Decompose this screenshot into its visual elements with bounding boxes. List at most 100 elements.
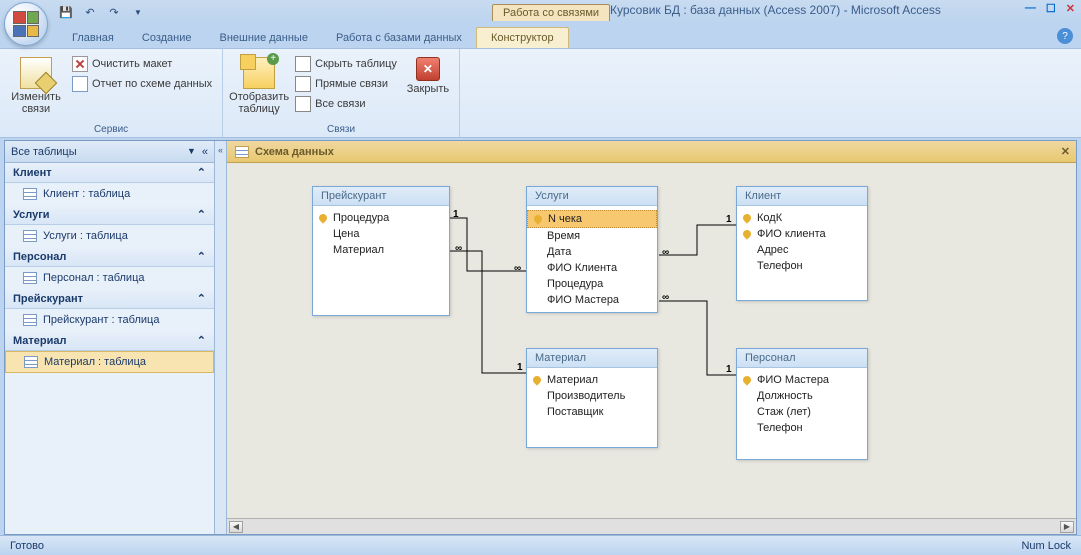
- nav-group-material[interactable]: Материал⌃: [5, 331, 214, 351]
- nav-group-uslugi[interactable]: Услуги⌃: [5, 205, 214, 225]
- status-bar: Готово Num Lock: [0, 535, 1081, 555]
- save-icon[interactable]: 💾: [56, 3, 76, 21]
- context-tab-title: Работа со связями: [492, 4, 610, 21]
- hide-table-icon: [295, 56, 311, 72]
- clear-icon: [72, 56, 88, 72]
- direct-relationships-button[interactable]: Прямые связи: [293, 75, 399, 93]
- nav-group-personal[interactable]: Персонал⌃: [5, 247, 214, 267]
- report-icon: [72, 76, 88, 92]
- office-button[interactable]: [4, 2, 48, 46]
- nav-group-preiskurant[interactable]: Прейскурант⌃: [5, 289, 214, 309]
- cardinality-one: 1: [517, 362, 523, 373]
- all-rel-icon: [295, 96, 311, 112]
- scroll-left-icon[interactable]: ◀: [229, 521, 243, 533]
- ribbon-tabs: Главная Создание Внешние данные Работа с…: [0, 24, 1081, 48]
- tab-close-icon[interactable]: ✕: [1061, 145, 1070, 158]
- table-personal[interactable]: Персонал ФИО Мастера Должность Стаж (лет…: [736, 348, 868, 460]
- tab-home[interactable]: Главная: [58, 28, 128, 48]
- show-table-icon: [243, 57, 275, 89]
- field[interactable]: Процедура: [313, 210, 449, 226]
- tab-create[interactable]: Создание: [128, 28, 206, 48]
- cardinality-one: 1: [453, 209, 459, 220]
- schema-tab[interactable]: Схема данных ✕: [227, 141, 1076, 163]
- field[interactable]: Материал: [313, 242, 449, 258]
- tab-design[interactable]: Конструктор: [476, 27, 569, 48]
- table-preiskurant[interactable]: Прейскурант Процедура Цена Материал: [312, 186, 450, 316]
- quick-access-toolbar: 💾 ↶ ↷ ▼: [56, 3, 148, 21]
- field[interactable]: Телефон: [737, 258, 867, 274]
- chevron-up-icon: ⌃: [197, 166, 206, 179]
- field[interactable]: КодК: [737, 210, 867, 226]
- table-material[interactable]: Материал Материал Производитель Поставщи…: [526, 348, 658, 448]
- nav-splitter[interactable]: «: [215, 141, 227, 534]
- window-title: Курсовик БД : база данных (Access 2007) …: [610, 3, 941, 17]
- field[interactable]: Дата: [527, 244, 657, 260]
- field[interactable]: Адрес: [737, 242, 867, 258]
- nav-item-klient-table[interactable]: Клиент : таблица: [5, 183, 214, 205]
- direct-rel-icon: [295, 76, 311, 92]
- nav-item-preiskurant-table[interactable]: Прейскурант : таблица: [5, 309, 214, 331]
- nav-collapse-icon[interactable]: «: [202, 146, 208, 158]
- help-icon[interactable]: ?: [1057, 28, 1073, 44]
- cardinality-many: ∞: [662, 247, 669, 258]
- table-uslugi[interactable]: Услуги N чека Время Дата ФИО Клиента Про…: [526, 186, 658, 313]
- edit-relationships-icon: [20, 57, 52, 89]
- nav-item-material-table[interactable]: Материал : таблица: [5, 351, 214, 373]
- navigation-pane: Все таблицы ▼« Клиент⌃ Клиент : таблица …: [5, 141, 215, 534]
- field[interactable]: Телефон: [737, 420, 867, 436]
- edit-relationships-button[interactable]: Изменить связи: [8, 53, 64, 122]
- redo-icon[interactable]: ↷: [104, 3, 124, 21]
- nav-group-klient[interactable]: Клиент⌃: [5, 163, 214, 183]
- scroll-right-icon[interactable]: ▶: [1060, 521, 1074, 533]
- title-bar: 💾 ↶ ↷ ▼ Работа со связями Курсовик БД : …: [0, 0, 1081, 24]
- status-ready: Готово: [10, 540, 44, 552]
- tab-database-tools[interactable]: Работа с базами данных: [322, 28, 476, 48]
- schema-icon: [235, 146, 249, 158]
- nav-item-uslugi-table[interactable]: Услуги : таблица: [5, 225, 214, 247]
- cardinality-many: ∞: [662, 292, 669, 303]
- all-relationships-button[interactable]: Все связи: [293, 95, 399, 113]
- relationships-canvas[interactable]: 1 ∞ ∞ 1 ∞ ∞ 1 1 Прейскурант Процедура Це…: [227, 163, 1076, 518]
- field[interactable]: Материал: [527, 372, 657, 388]
- table-klient[interactable]: Клиент КодК ФИО клиента Адрес Телефон: [736, 186, 868, 301]
- field[interactable]: ФИО Мастера: [527, 292, 657, 308]
- ribbon: Изменить связи Очистить макет Отчет по с…: [0, 48, 1081, 138]
- table-icon: [23, 272, 37, 284]
- clear-layout-button[interactable]: Очистить макет: [70, 55, 214, 73]
- horizontal-scrollbar[interactable]: ◀ ▶: [227, 518, 1076, 534]
- cardinality-many: ∞: [514, 263, 521, 274]
- field[interactable]: Производитель: [527, 388, 657, 404]
- close-button[interactable]: ✕: [1066, 2, 1075, 15]
- field[interactable]: ФИО Клиента: [527, 260, 657, 276]
- field[interactable]: Процедура: [527, 276, 657, 292]
- table-icon: [24, 356, 38, 368]
- field[interactable]: Цена: [313, 226, 449, 242]
- nav-header[interactable]: Все таблицы ▼«: [5, 141, 214, 163]
- close-icon: ✕: [416, 57, 440, 81]
- close-relationships-button[interactable]: ✕ Закрыть: [405, 53, 451, 122]
- chevron-up-icon: ⌃: [197, 208, 206, 221]
- field[interactable]: Время: [527, 228, 657, 244]
- field[interactable]: N чека: [527, 210, 657, 228]
- field[interactable]: ФИО клиента: [737, 226, 867, 242]
- relationship-report-button[interactable]: Отчет по схеме данных: [70, 75, 214, 93]
- minimize-button[interactable]: —: [1025, 2, 1036, 15]
- undo-icon[interactable]: ↶: [80, 3, 100, 21]
- status-numlock: Num Lock: [1021, 540, 1071, 552]
- hide-table-button[interactable]: Скрыть таблицу: [293, 55, 399, 73]
- maximize-button[interactable]: ☐: [1046, 2, 1056, 15]
- table-icon: [23, 230, 37, 242]
- field[interactable]: Поставщик: [527, 404, 657, 420]
- show-table-button[interactable]: Отобразить таблицу: [231, 53, 287, 122]
- field[interactable]: Стаж (лет): [737, 404, 867, 420]
- nav-item-personal-table[interactable]: Персонал : таблица: [5, 267, 214, 289]
- tab-external-data[interactable]: Внешние данные: [206, 28, 322, 48]
- chevron-up-icon: ⌃: [197, 292, 206, 305]
- field[interactable]: Должность: [737, 388, 867, 404]
- field[interactable]: ФИО Мастера: [737, 372, 867, 388]
- table-icon: [23, 188, 37, 200]
- qat-dropdown-icon[interactable]: ▼: [128, 3, 148, 21]
- nav-filter-dropdown-icon[interactable]: ▼: [187, 146, 196, 158]
- cardinality-one: 1: [726, 214, 732, 225]
- canvas-wrap: Схема данных ✕ 1 ∞ ∞ 1 ∞ ∞ 1 1 Прейскура…: [227, 141, 1076, 534]
